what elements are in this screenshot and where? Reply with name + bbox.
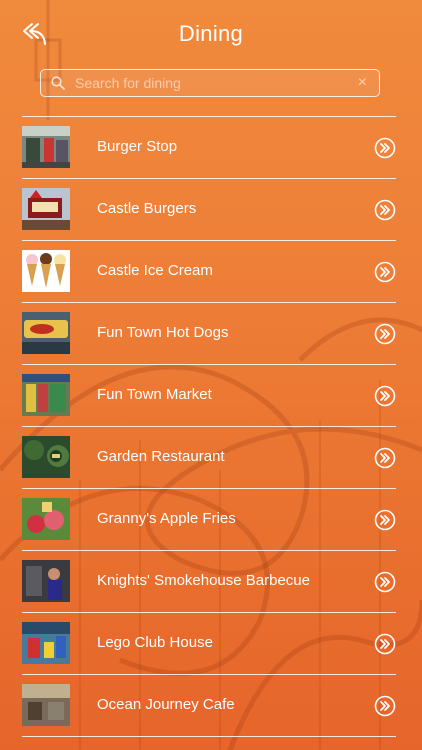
- castle-burgers-photo: [22, 188, 70, 230]
- list-item-burger-stop[interactable]: Burger Stop: [22, 116, 396, 178]
- list-item-label: Lego Club House: [97, 634, 213, 651]
- header-bar: Dining: [0, 0, 422, 64]
- clear-icon[interactable]: ×: [358, 74, 367, 92]
- dining-list: Burger Stop Castle Burgers Castle Ice Crea…: [22, 116, 396, 737]
- double-chevron-right-icon[interactable]: [374, 633, 396, 655]
- list-item-fun-town-hot-dogs[interactable]: Fun Town Hot Dogs: [22, 302, 396, 364]
- list-item-lego-club-house[interactable]: Lego Club House: [22, 612, 396, 674]
- list-item-label: Garden Restaurant: [97, 448, 225, 465]
- list-item-label: Granny's Apple Fries: [97, 510, 236, 527]
- list-item-label: Ocean Journey Cafe: [97, 696, 235, 713]
- list-item-castle-ice-cream[interactable]: Castle Ice Cream: [22, 240, 396, 302]
- double-chevron-right-icon[interactable]: [374, 695, 396, 717]
- garden-restaurant-photo: [22, 436, 70, 478]
- list-item-castle-burgers[interactable]: Castle Burgers: [22, 178, 396, 240]
- list-item-label: Burger Stop: [97, 138, 178, 155]
- list-item-label: Fun Town Market: [97, 386, 212, 403]
- double-chevron-right-icon[interactable]: [374, 323, 396, 345]
- list-item-granny-s-apple-fries[interactable]: Granny's Apple Fries: [22, 488, 396, 550]
- grannys-apple-fries-photo: [22, 498, 70, 540]
- list-item-label: Knights' Smokehouse Barbecue: [97, 572, 310, 589]
- list-item-ocean-journey-cafe[interactable]: Ocean Journey Cafe: [22, 674, 396, 737]
- search-input[interactable]: [75, 70, 345, 95]
- list-item-knights-smokehouse-barbecue[interactable]: Knights' Smokehouse Barbecue: [22, 550, 396, 612]
- double-chevron-right-icon[interactable]: [374, 137, 396, 159]
- burger-stop-photo: [22, 126, 70, 168]
- fun-town-market-photo: [22, 374, 70, 416]
- double-chevron-right-icon[interactable]: [374, 199, 396, 221]
- double-chevron-right-icon[interactable]: [374, 571, 396, 593]
- castle-ice-cream-photo: [22, 250, 70, 292]
- knights-smokehouse-photo: [22, 560, 70, 602]
- list-item-label: Castle Burgers: [97, 200, 197, 217]
- lego-club-house-photo: [22, 622, 70, 664]
- fun-town-hot-dogs-photo: [22, 312, 70, 354]
- page-title: Dining: [178, 21, 244, 46]
- double-chevron-right-icon[interactable]: [374, 509, 396, 531]
- double-chevron-right-icon[interactable]: [374, 261, 396, 283]
- list-item-label: Castle Ice Cream: [97, 262, 213, 279]
- list-item-label: Fun Town Hot Dogs: [97, 324, 229, 341]
- list-item-fun-town-market[interactable]: Fun Town Market: [22, 364, 396, 426]
- search-bar[interactable]: ×: [40, 69, 380, 97]
- search-icon: [51, 76, 65, 90]
- double-chevron-right-icon[interactable]: [374, 447, 396, 469]
- double-chevron-right-icon[interactable]: [374, 385, 396, 407]
- list-item-garden-restaurant[interactable]: Garden Restaurant: [22, 426, 396, 488]
- ocean-journey-cafe-photo: [22, 684, 70, 726]
